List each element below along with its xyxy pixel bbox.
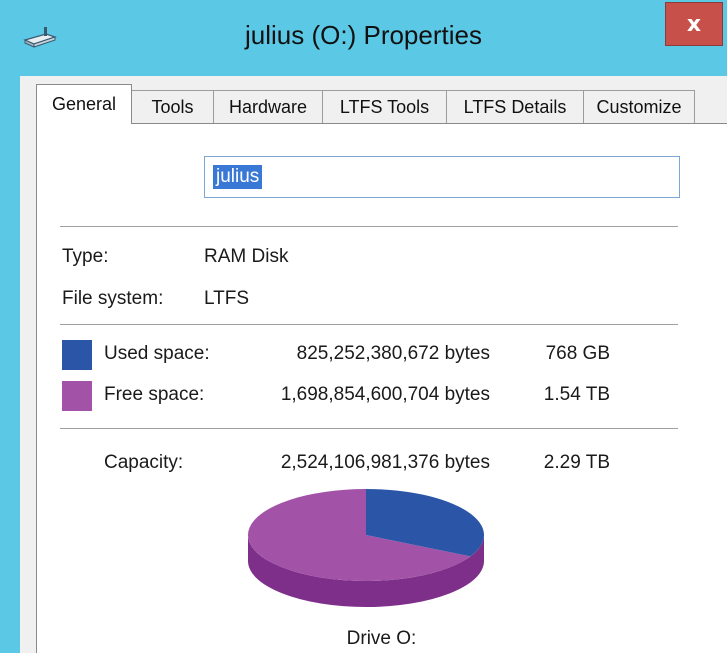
free-space-label: Free space: [104,384,205,405]
tab-tools[interactable]: Tools [131,90,214,123]
divider [60,428,678,429]
drive-label: Drive O: [346,628,417,649]
capacity-bytes: 2,524,106,981,376 bytes [280,452,490,473]
window-title: julius (O:) Properties [245,20,482,50]
tab-hardware[interactable]: Hardware [213,90,323,123]
divider [60,324,678,325]
capacity-label: Capacity: [104,452,184,473]
drive-name-value: julius [213,165,263,189]
free-space-size: 1.54 TB [543,384,610,405]
tab-ltfs-tools[interactable]: LTFS Tools [322,90,447,123]
disk-usage-pie [248,489,484,607]
close-button[interactable]: x [665,2,723,46]
type-label: Type: [62,246,109,267]
used-space-size: 768 GB [545,343,610,364]
tab-general[interactable]: General [36,84,132,124]
free-space-bytes: 1,698,854,600,704 bytes [280,384,490,405]
tab-customize[interactable]: Customize [583,90,695,123]
capacity-size: 2.29 TB [543,452,610,473]
tab-ltfs-details[interactable]: LTFS Details [446,90,584,123]
title-bar: julius (O:) Properties x [0,0,727,76]
file-system-value: LTFS [204,288,250,309]
used-space-bytes: 825,252,380,672 bytes [296,343,490,364]
free-space-swatch [62,381,92,411]
used-space-swatch [62,340,92,370]
used-space-label: Used space: [104,343,210,364]
file-system-label: File system: [62,288,164,309]
drive-name-input[interactable]: julius [204,156,680,198]
close-icon: x [686,11,702,37]
divider [60,226,678,227]
type-value: RAM Disk [204,246,289,267]
